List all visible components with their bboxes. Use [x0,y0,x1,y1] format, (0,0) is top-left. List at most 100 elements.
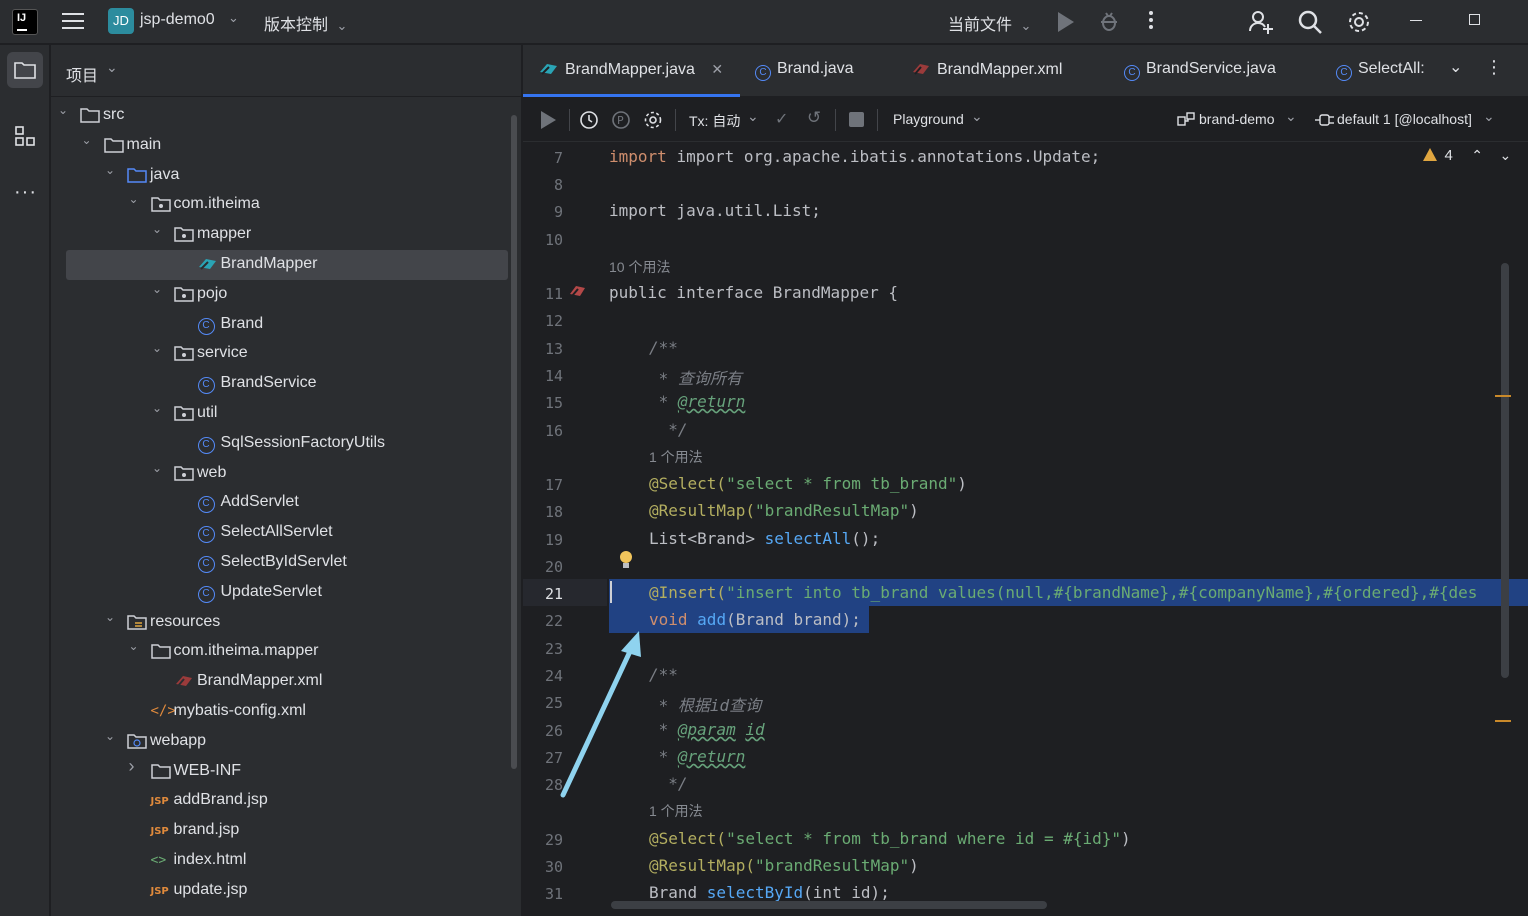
usages-hint[interactable]: 1 个用法 [649,801,703,821]
chevron-down-icon[interactable]: ⌄ [129,192,143,206]
chevron-down-icon[interactable]: ⌄ [129,639,143,653]
tab-brandmapper-java[interactable]: BrandMapper.java ✕ [539,60,723,79]
structure-icon[interactable] [14,125,36,147]
tree-item-java[interactable]: ⌄ java [66,161,508,191]
editor-scrollbar[interactable] [1501,263,1509,678]
tree-item-pojo[interactable]: ⌄ pojo [66,280,508,310]
chevron-down-icon[interactable]: ⌄ [152,401,166,415]
tree-item-main[interactable]: ⌄ main [66,131,508,161]
line-number[interactable]: 29 [523,831,563,849]
settings-gear-icon[interactable] [1346,9,1372,35]
line-number[interactable]: 13 [523,340,563,358]
line-number[interactable]: 7 [523,149,563,167]
vcs-widget[interactable]: 版本控制 ⌄ [264,11,347,35]
tree-item-src[interactable]: ⌄ src [58,101,508,131]
tree-item-selectbyidservlet[interactable]: C SelectByIdServlet [66,548,508,578]
warning-marker[interactable] [1495,395,1511,397]
tree-item-addservlet[interactable]: C AddServlet [66,488,508,518]
commit-check-icon[interactable]: ✓ [775,109,788,129]
line-number[interactable]: 15 [523,394,563,412]
horizontal-scrollbar[interactable] [611,901,1047,909]
chevron-down-icon[interactable]: ⌄ [152,282,166,296]
next-highlight-chevron-down-icon[interactable]: ⌄ [1499,147,1511,163]
playground-dropdown[interactable]: Playground ⌄ [893,98,993,142]
rollback-icon[interactable]: ↺ [807,108,821,128]
chevron-down-icon[interactable]: ⌄ [58,103,72,117]
add-user-icon[interactable] [1248,9,1274,35]
intention-bulb-icon[interactable] [619,550,633,570]
close-icon[interactable]: ✕ [711,61,723,77]
line-number[interactable]: 31 [523,885,563,903]
tree-item-util[interactable]: ⌄ util [66,399,508,429]
line-number[interactable]: 12 [523,312,563,330]
chevron-down-icon[interactable]: ⌄ [82,133,96,147]
tree-item-sqlsessionfactoryutils[interactable]: C SqlSessionFactoryUtils [66,429,508,459]
tree-item-brand[interactable]: C Brand [66,310,508,340]
chevron-down-icon[interactable]: ⌄ [106,59,118,76]
line-number[interactable]: 30 [523,858,563,876]
execute-icon[interactable] [541,111,556,129]
datasource-dropdown[interactable]: brand-demo ⌄ [1177,98,1307,142]
usages-hint[interactable]: 10 个用法 [609,257,670,277]
tree-item-webapp[interactable]: ⌄ webapp [66,727,508,757]
maximize-button[interactable] [1469,14,1480,25]
run-config-widget[interactable]: 当前文件 ⌄ [948,11,1031,35]
line-number[interactable]: 14 [523,367,563,385]
main-menu-icon[interactable] [62,11,84,31]
line-number[interactable]: 8 [523,176,563,194]
line-number[interactable]: 9 [523,203,563,221]
tree-item-brandmapper-xml[interactable]: BrandMapper.xml [66,667,508,697]
chevron-down-icon[interactable]: ⌄ [105,610,119,624]
line-number[interactable]: 10 [523,231,563,249]
code-editor[interactable]: 7 8 9 10 11 12 13 14 15 16 17 18 19 20 21 22 23 24 25 26 27 2… [523,143,1528,916]
chevron-down-icon[interactable]: ⌄ [152,461,166,475]
chevron-down-icon[interactable]: ⌄ [105,729,119,743]
chevron-down-icon[interactable]: ⌄ [152,222,166,236]
tree-item-resources[interactable]: ⌄ resources [66,608,508,638]
inspection-widget[interactable]: 4 ⌃ ⌄ [1423,147,1511,167]
tree-item-updateservlet[interactable]: C UpdateServlet [66,578,508,608]
line-number[interactable]: 16 [523,422,563,440]
tab-brandservice-java[interactable]: C BrandService.java [1124,60,1276,81]
more-actions-icon[interactable] [1148,10,1154,32]
line-number[interactable]: 21 [523,585,563,603]
tree-item-com-itheima-mapper[interactable]: ⌄ com.itheima.mapper [66,637,508,667]
previous-highlight-chevron-up-icon[interactable]: ⌃ [1471,147,1483,163]
app-logo[interactable]: IJ [12,9,38,35]
tree-item-selectallservlet[interactable]: C SelectAllServlet [66,518,508,548]
project-tool-button[interactable] [7,52,43,88]
tree-item-brandservice[interactable]: C BrandService [66,369,508,399]
minimize-button[interactable] [1410,20,1422,21]
tree-item-web[interactable]: ⌄ web [66,459,508,489]
pin-p-icon[interactable]: P [611,110,631,130]
stop-icon[interactable] [849,112,864,127]
line-number[interactable]: 19 [523,531,563,549]
tree-item-brandmapper[interactable]: BrandMapper [66,250,508,280]
tabs-dropdown-chevron-down-icon[interactable]: ⌄ [1449,57,1462,77]
warning-marker[interactable] [1495,720,1511,722]
history-clock-icon[interactable] [579,110,599,130]
tabs-more-icon[interactable]: ⋮ [1485,57,1503,78]
tree-item-com-itheima[interactable]: ⌄ com.itheima [66,190,508,220]
tree-scrollbar[interactable] [511,115,517,769]
chevron-down-icon[interactable]: ⌄ [105,163,119,177]
tab-selectall[interactable]: C SelectAll: [1336,60,1425,81]
mybatis-navigate-icon[interactable] [569,283,587,299]
chevron-right-icon[interactable]: › [129,757,143,775]
tree-item-mybatis-config-xml[interactable]: </> mybatis-config.xml [66,697,508,727]
tree-item-web-inf[interactable]: › WEB-INF [66,757,508,787]
search-icon[interactable] [1297,9,1323,35]
tab-brandmapper-xml[interactable]: BrandMapper.xml [911,60,1062,79]
project-panel-title[interactable]: 项目 [66,62,98,86]
debug-icon[interactable] [1098,10,1120,32]
usages-hint[interactable]: 1 个用法 [649,447,703,467]
tree-item-update-jsp[interactable]: JSP update.jsp [66,876,508,906]
tree-item-brand-jsp[interactable]: JSP brand.jsp [66,816,508,846]
line-number[interactable]: 18 [523,503,563,521]
run-icon[interactable] [1058,12,1074,32]
tree-item-service[interactable]: ⌄ service [66,339,508,369]
line-number[interactable]: 11 [523,285,563,303]
more-tools-icon[interactable]: ··· [14,181,37,204]
tree-item-index-html[interactable]: <> index.html [66,846,508,876]
chevron-down-icon[interactable]: ⌄ [152,341,166,355]
